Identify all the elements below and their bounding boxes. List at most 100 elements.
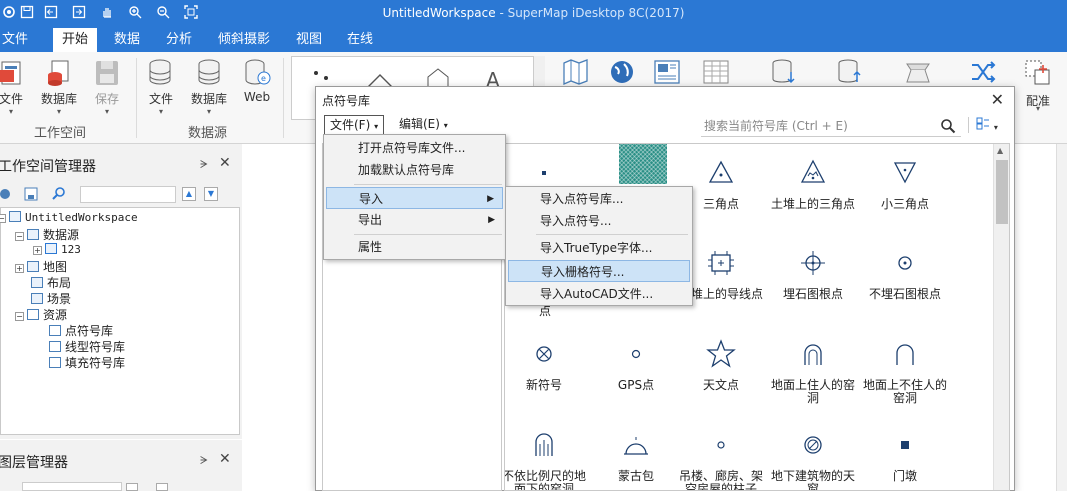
- pin-icon[interactable]: ᗒ: [200, 158, 208, 172]
- move-up-button[interactable]: ▲: [182, 187, 196, 201]
- tab-analysis[interactable]: 分析: [158, 28, 200, 52]
- unburied-stone-icon: [898, 256, 912, 270]
- layer-manager-title: 图层管理器: [0, 455, 68, 471]
- datasource-web-button[interactable]: e Web: [234, 56, 280, 104]
- tree-search-input[interactable]: [80, 186, 176, 203]
- workspace-database-button[interactable]: 数据库 ▾: [36, 56, 82, 117]
- dot-symbol-icon: [542, 171, 546, 175]
- tab-view[interactable]: 视图: [288, 28, 330, 52]
- database-down-icon[interactable]: [769, 58, 799, 89]
- symbol-item[interactable]: 不依比例尺的地面下的窑洞: [505, 430, 590, 490]
- tree-item-workspace[interactable]: − UntitledWorkspace: [0, 210, 138, 224]
- group-label-workspace: 工作空间: [34, 126, 87, 141]
- menu-separator: [354, 234, 502, 235]
- tree-item-datasources[interactable]: − 数据源: [15, 226, 79, 243]
- menu-import-truetype[interactable]: 导入TrueType字体...: [508, 237, 690, 259]
- tree-item-scenes[interactable]: 场景: [31, 290, 71, 307]
- layer-move-up-button[interactable]: [126, 483, 138, 491]
- map-icon[interactable]: [561, 58, 591, 89]
- globe-icon[interactable]: [607, 58, 637, 89]
- view-mode-button[interactable]: ▾: [976, 117, 998, 133]
- tree-item-datasource-123[interactable]: +123: [33, 242, 81, 256]
- layout-icon[interactable]: [652, 58, 682, 89]
- workspace-file-button[interactable]: 文件 ▾: [0, 56, 34, 117]
- terrain-icon[interactable]: [903, 58, 933, 89]
- tab-home[interactable]: 开始: [53, 28, 97, 52]
- symbol-item[interactable]: 地下建筑物的天窗: [767, 430, 859, 490]
- save-tree-icon[interactable]: [24, 187, 38, 201]
- menu-export[interactable]: 导出 ▶: [326, 209, 503, 231]
- workspace-manager-title: 工作空间管理器: [0, 159, 96, 175]
- close-icon[interactable]: ✕: [219, 451, 231, 467]
- mound-triangle-icon: [800, 159, 826, 183]
- menu-properties[interactable]: 属性: [326, 236, 503, 258]
- menu-import[interactable]: 导入 ▶: [326, 187, 503, 209]
- symbol-item[interactable]: 门墩: [859, 430, 951, 483]
- datasource-database-button[interactable]: 数据库 ▾: [186, 56, 232, 117]
- tree-item-fill-symbol-lib[interactable]: 填充符号库: [49, 354, 125, 371]
- search-icon[interactable]: [52, 187, 68, 201]
- symbol-item[interactable]: GPS点: [590, 339, 682, 392]
- menu-separator: [354, 184, 502, 185]
- symbol-search-input[interactable]: 搜索当前符号库 (Ctrl + E): [701, 115, 961, 137]
- registration-dropdown-caret[interactable]: ▾: [1036, 104, 1040, 113]
- pin-icon[interactable]: ᗒ: [200, 454, 208, 468]
- tree-item-resources[interactable]: − 资源: [15, 306, 67, 323]
- tab-oblique-photography[interactable]: 倾斜摄影: [210, 28, 278, 52]
- database-workspace-icon: [44, 58, 74, 88]
- move-down-button[interactable]: ▼: [204, 187, 218, 201]
- group-label-datasource: 数据源: [188, 126, 228, 141]
- yurt-icon: [624, 437, 648, 455]
- symbol-item[interactable]: 土堆上的三角点: [767, 158, 859, 211]
- tab-file[interactable]: 文件: [0, 28, 36, 52]
- symbol-item[interactable]: 蒙古包: [590, 430, 682, 483]
- hatched-symbol-icon[interactable]: [619, 144, 667, 184]
- menu-load-default-lib[interactable]: 加载默认点符号库: [326, 159, 503, 181]
- mound-traverse-icon: [708, 251, 734, 275]
- layer-move-down-button[interactable]: [156, 483, 168, 491]
- workspace-save-button[interactable]: 保存 ▾: [84, 56, 130, 117]
- save-workspace-icon: [92, 58, 122, 88]
- close-icon[interactable]: ✕: [991, 90, 1004, 109]
- symbol-item[interactable]: 埋石图根点: [767, 248, 859, 301]
- search-icon[interactable]: [940, 118, 956, 134]
- symbol-item[interactable]: 天文点: [675, 339, 767, 392]
- web-datasource-icon: e: [242, 58, 272, 88]
- inverted-triangle-icon: [893, 162, 917, 184]
- layer-search-input[interactable]: [22, 482, 122, 491]
- edit-menu[interactable]: 编辑(E) ▾: [394, 115, 453, 135]
- scroll-up-arrow[interactable]: ▲: [997, 146, 1003, 155]
- group-separator: [283, 58, 284, 138]
- file-menu[interactable]: 文件(F) ▾: [324, 115, 385, 135]
- symbol-item[interactable]: 新符号: [505, 339, 590, 392]
- symbol-item[interactable]: 地面上不住人的窑洞: [859, 339, 951, 405]
- attribute-table-icon[interactable]: [701, 58, 731, 89]
- menu-import-point-lib[interactable]: 导入点符号库...: [508, 188, 690, 210]
- registration-icon[interactable]: [1023, 58, 1053, 89]
- tree-options-icon[interactable]: [0, 187, 12, 201]
- toolbar-separator: [968, 117, 969, 133]
- tab-data[interactable]: 数据: [106, 28, 148, 52]
- tree-item-layouts[interactable]: 布局: [31, 274, 71, 291]
- tree-item-line-symbol-lib[interactable]: 线型符号库: [49, 338, 125, 355]
- scroll-thumb[interactable]: [996, 160, 1008, 224]
- tree-item-point-symbol-lib[interactable]: 点符号库: [49, 322, 113, 339]
- underground-cave-icon: [535, 433, 553, 456]
- shuffle-icon[interactable]: [969, 58, 999, 89]
- menu-import-autocad[interactable]: 导入AutoCAD文件...: [508, 283, 690, 305]
- circle-x-icon: [536, 346, 552, 362]
- database-up-icon[interactable]: [835, 58, 865, 89]
- symbol-item[interactable]: 吊楼、廊房、架空房屋的柱子: [675, 430, 767, 490]
- tree-item-maps[interactable]: + 地图: [15, 258, 67, 275]
- menu-open-point-lib-file[interactable]: 打开点符号库文件...: [326, 137, 503, 159]
- symbol-item[interactable]: 不埋石图根点: [859, 248, 951, 301]
- symbol-item[interactable]: 小三角点: [859, 158, 951, 211]
- ribbon-tab-bar: 文件 开始 数据 分析 倾斜摄影 视图 在线: [0, 28, 1067, 52]
- menu-import-point-symbol[interactable]: 导入点符号...: [508, 210, 690, 232]
- menu-import-raster-symbol[interactable]: 导入栅格符号...: [508, 260, 690, 282]
- tab-online[interactable]: 在线: [339, 28, 381, 52]
- close-icon[interactable]: ✕: [219, 155, 231, 171]
- symbol-grid-scrollbar[interactable]: ▲: [993, 144, 1009, 490]
- symbol-item[interactable]: 地面上住人的窑洞: [767, 339, 859, 405]
- datasource-file-button[interactable]: 文件 ▾: [138, 56, 184, 117]
